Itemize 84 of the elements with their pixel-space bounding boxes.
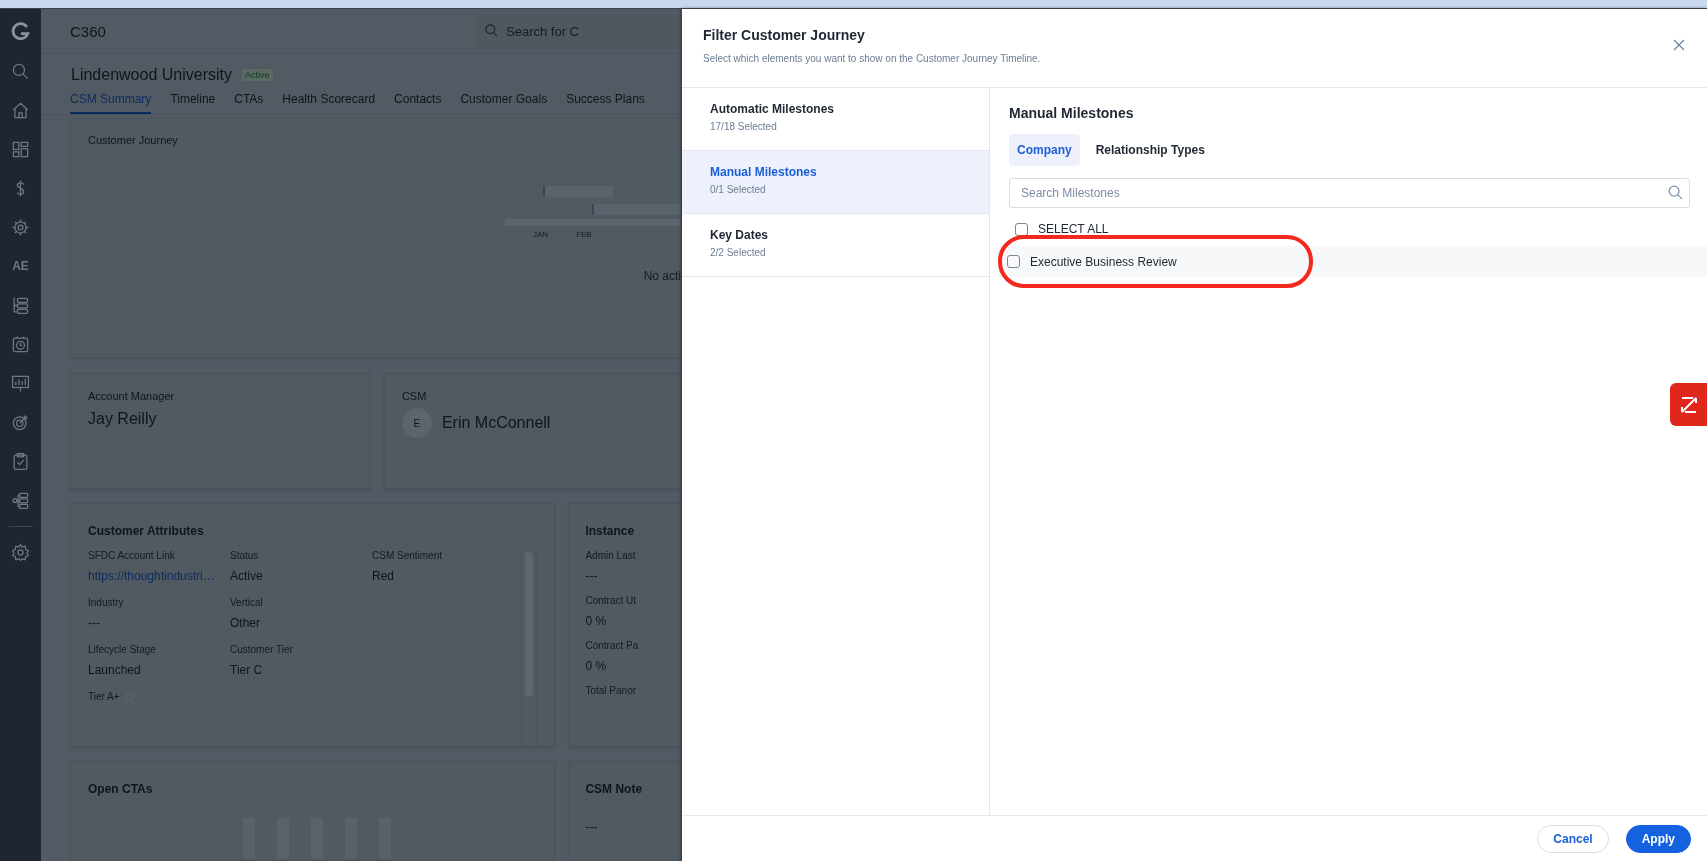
tab[interactable]: CSM Summary	[70, 92, 152, 114]
home-icon[interactable]	[11, 101, 30, 120]
field-value: 0 %	[585, 659, 608, 673]
field-value: Tier C	[230, 663, 264, 677]
link[interactable]: https://thoughtindustri…	[88, 569, 230, 583]
search-field[interactable]: Search Milestones	[1009, 178, 1690, 208]
section-item[interactable]: Key Dates 2/2 Selected	[682, 214, 989, 277]
tab[interactable]: Company	[1009, 134, 1080, 166]
dialog-subtitle: Select which elements you want to show on the Customer Journey Timeline.	[703, 53, 1041, 64]
selection-count: 0/1 Selected	[710, 184, 767, 195]
avatar: E	[401, 408, 432, 438]
card-title: CSM	[401, 390, 428, 402]
hierarchy-icon[interactable]	[11, 491, 30, 510]
field-value: Launched	[88, 663, 142, 677]
section-item[interactable]: Manual Milestones 0/1 Selected	[682, 151, 989, 214]
field-value: Active	[230, 569, 264, 583]
checkbox-label: Executive Business Review	[1030, 254, 1177, 269]
tab[interactable]: Success Plans	[566, 92, 645, 114]
tab[interactable]: Health Scorecard	[282, 92, 376, 114]
account-name: Lindenwood University	[71, 66, 232, 84]
zigzag-icon	[1678, 394, 1699, 415]
field-value: ---	[88, 616, 101, 630]
app-title: C360	[70, 22, 107, 40]
panel-title: Manual Milestones	[1009, 105, 1135, 121]
tab[interactable]: Customer Goals	[460, 92, 548, 114]
tab[interactable]: Contacts	[394, 92, 442, 114]
logo-icon[interactable]	[10, 22, 31, 42]
search-icon[interactable]	[11, 62, 30, 81]
field-label: Contract Ut	[585, 595, 638, 606]
field-label: Tier A+	[88, 691, 120, 702]
list-icon[interactable]	[11, 296, 30, 315]
field-label: Status	[230, 550, 260, 561]
field-label: Vertical	[230, 597, 264, 608]
clipboard-icon[interactable]	[11, 452, 30, 471]
clock-icon[interactable]	[11, 335, 30, 354]
card-title: Account Manager	[88, 390, 176, 402]
empty-message: No acti	[643, 269, 681, 283]
person-name: Erin McConnell	[441, 414, 551, 432]
widget-button[interactable]	[1670, 383, 1707, 426]
field-label: Industry	[88, 597, 125, 608]
gear-icon[interactable]	[11, 218, 30, 237]
field-value: Red	[372, 569, 395, 583]
month-label: JAN	[533, 230, 549, 239]
card-title: Open CTAs	[88, 782, 154, 796]
card-title: CSM Note	[585, 782, 644, 796]
apply-button[interactable]: Apply	[1625, 824, 1691, 853]
field-label: Contract Pa	[585, 640, 640, 651]
field-label: Total Panor	[585, 685, 638, 696]
field-label: Admin Last	[585, 550, 637, 561]
field-label: Customer Tier	[230, 644, 294, 655]
person-name: Jay Reilly	[88, 410, 158, 428]
card-title: Customer Journey	[88, 134, 179, 146]
tab[interactable]: Relationship Types	[1087, 134, 1213, 166]
settings-icon[interactable]	[11, 543, 30, 562]
dashboard-icon[interactable]	[11, 140, 30, 159]
sidebar-label[interactable]: AE	[12, 257, 29, 276]
field-label: SFDC Account Link	[88, 550, 176, 561]
card-title: Customer Attributes	[88, 524, 205, 538]
chart-board-icon[interactable]	[11, 374, 30, 393]
selection-count: 17/18 Selected	[710, 121, 778, 132]
tab[interactable]: CTAs	[234, 92, 264, 114]
section-name: Key Dates	[710, 228, 770, 242]
section-name: Manual Milestones	[710, 165, 818, 179]
field-label: CSM Sentiment	[372, 550, 444, 561]
dialog-title: Filter Customer Journey	[703, 27, 866, 43]
field-value: ---	[585, 820, 599, 834]
checkbox[interactable]	[1007, 255, 1020, 268]
card-title: Instance	[585, 524, 636, 538]
field-label: Lifecycle Stage	[88, 644, 157, 655]
close-icon	[1673, 39, 1685, 51]
field-value: ---	[585, 569, 599, 583]
field-value: 0 %	[585, 614, 608, 628]
target-icon[interactable]	[11, 413, 30, 432]
tab[interactable]: Timeline	[170, 92, 216, 114]
search-icon	[484, 23, 499, 38]
field-value: Other	[230, 616, 261, 630]
status-badge: Active	[242, 69, 273, 81]
section-name: Automatic Milestones	[710, 102, 836, 116]
selection-count: 2/2 Selected	[710, 247, 767, 258]
checkbox[interactable]	[1015, 222, 1028, 236]
checkbox-label: SELECT ALL	[1038, 222, 1109, 236]
search-icon	[1667, 184, 1684, 201]
search-field[interactable]: Search for C	[476, 15, 682, 47]
cancel-button[interactable]: Cancel	[1537, 824, 1609, 853]
